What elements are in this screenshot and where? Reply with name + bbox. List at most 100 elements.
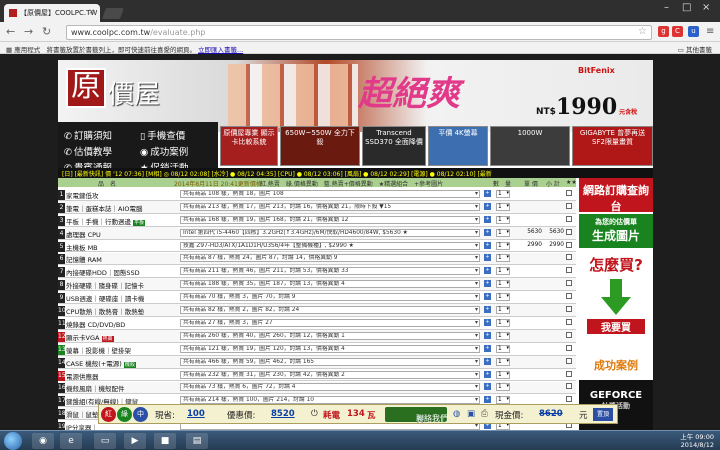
row-checkbox[interactable] — [566, 396, 572, 403]
add-item-icon[interactable]: + — [484, 318, 491, 326]
row-checkbox[interactable] — [566, 241, 572, 248]
extension-icon[interactable]: g — [658, 26, 669, 37]
explorer-taskbar-icon[interactable]: ▭ — [94, 433, 116, 449]
row-checkbox[interactable] — [566, 344, 572, 351]
row-checkbox[interactable] — [566, 318, 572, 325]
apps-label[interactable]: 應用程式 — [14, 46, 40, 54]
row-checkbox[interactable] — [566, 202, 572, 209]
row-checkbox[interactable] — [566, 228, 572, 235]
close-window-icon[interactable]: × — [702, 2, 710, 13]
product-select[interactable]: 共有商品 87 樣，熱賣 24，圖片 87，討論 14，價格異動 9 — [180, 254, 480, 263]
how-to-buy-banner[interactable]: 怎麼買? 我要買 — [579, 250, 653, 348]
close-tab-icon[interactable]: × — [88, 7, 95, 16]
row-checkbox[interactable] — [566, 280, 572, 287]
maximize-icon[interactable]: □ — [682, 2, 691, 13]
quantity-select[interactable]: 1 — [496, 241, 510, 250]
gen-image-button[interactable]: 為您的估價單 生成圖片 — [579, 214, 653, 248]
save-disk-icon[interactable]: ▣ — [467, 409, 475, 419]
add-item-icon[interactable]: + — [484, 357, 491, 365]
nav-tutorial[interactable]: ✆ 估價教學 — [64, 144, 112, 158]
category-link[interactable]: USB週邊｜硬碟座｜讀卡機 — [66, 293, 176, 303]
reload-icon[interactable]: ↻ — [42, 25, 51, 38]
ad-banner[interactable]: 650W~550W 全力下殺 — [280, 126, 360, 166]
add-item-icon[interactable]: + — [484, 241, 491, 249]
category-link[interactable]: 平板｜手機｜行動週邊 平板 — [66, 216, 176, 226]
back-icon[interactable]: ← — [6, 25, 15, 38]
product-select[interactable]: 共有商品 188 樣，熱賣 35，圖片 187，討論 13，價格異動 4 — [180, 280, 480, 289]
row-checkbox[interactable] — [566, 215, 572, 222]
add-item-icon[interactable]: + — [484, 344, 491, 352]
ad-banner[interactable]: GIGABYTE 曾夢再送 SF2限量畫質 — [572, 126, 653, 166]
add-item-icon[interactable]: + — [484, 370, 491, 378]
ad-banner[interactable]: 平價 4K螢幕 — [428, 126, 488, 166]
contact-us-button[interactable]: 🛒 聯絡我們 — [385, 407, 448, 423]
online-order-button[interactable]: 網路訂購查詢台 — [579, 178, 653, 213]
ad-banner[interactable]: 1000W — [490, 126, 570, 166]
forward-icon[interactable]: → — [24, 25, 33, 38]
quantity-select[interactable]: 1 — [496, 306, 510, 315]
news-ticker[interactable]: [日] [最新快訊] 價 '12 07:36] [M相] ◎ 08/12 02:… — [58, 168, 653, 178]
add-item-icon[interactable]: + — [484, 331, 491, 339]
browser-tab[interactable]: 【原價屋】COOLPC.TW × — [4, 4, 100, 22]
product-select[interactable]: 共有商品 260 樣，熱賣 40，圖片 260，討論 12，價格異動 1 — [180, 331, 480, 340]
row-checkbox[interactable] — [566, 267, 572, 274]
success-cases-link[interactable]: 成功案例 — [579, 352, 653, 376]
product-select[interactable]: 共有商品 82 樣，熱賣 2，圖片 82，討論 24 — [180, 306, 480, 315]
start-button-icon[interactable] — [4, 432, 22, 450]
quantity-select[interactable]: 1 — [496, 189, 510, 198]
quantity-select[interactable]: 1 — [496, 318, 510, 327]
back-to-top-button[interactable]: 置頂 — [593, 408, 613, 421]
product-select[interactable]: 共有商品 70 樣，熱賣 3，圖片 70，討論 9 — [180, 293, 480, 302]
category-link[interactable]: CPU散熱｜散熱膏｜散熱墊 — [66, 306, 176, 316]
category-link[interactable]: 顯示卡VGA 熱賣 — [66, 332, 176, 342]
other-bookmarks[interactable]: ▭ 其他書籤 — [678, 44, 712, 54]
app-taskbar-icon[interactable]: ■ — [154, 433, 176, 449]
category-link[interactable]: CASE 機殼(+電源) 機殼 — [66, 358, 176, 368]
globe-icon[interactable]: ◍ — [453, 409, 460, 419]
product-select[interactable]: 共有商品 27 樣，熱賣 3，圖片 27 — [180, 318, 480, 327]
chrome-taskbar-icon[interactable]: ◉ — [32, 433, 54, 449]
apps-icon[interactable]: ▦ — [6, 46, 12, 54]
site-logo[interactable]: 原 — [66, 68, 106, 108]
quantity-select[interactable]: 1 — [496, 370, 510, 379]
row-checkbox[interactable] — [566, 254, 572, 261]
add-item-icon[interactable]: + — [484, 254, 491, 262]
category-link[interactable]: 機殼風扇｜機殼配件 — [66, 383, 176, 393]
quantity-select[interactable]: 1 — [496, 228, 510, 237]
row-checkbox[interactable] — [566, 331, 572, 338]
document-taskbar-icon[interactable]: ▤ — [186, 433, 208, 449]
product-select[interactable]: 共有商品 73 樣，熱賣 6，圖片 72，討論 4 — [180, 383, 480, 392]
system-clock[interactable]: 上午 09:00 2014/8/12 — [680, 433, 714, 449]
row-checkbox[interactable] — [566, 306, 572, 313]
quantity-select[interactable]: 1 — [496, 280, 510, 289]
product-select[interactable]: 共有商品 211 樣，熱賣 46，圖片 211，討論 53，價格異動 33 — [180, 267, 480, 276]
quantity-select[interactable]: 1 — [496, 254, 510, 263]
quantity-select[interactable]: 1 — [496, 215, 510, 224]
ie-taskbar-icon[interactable]: e — [60, 433, 82, 449]
chrome-menu-icon[interactable]: ≡ — [706, 26, 714, 37]
quantity-select[interactable]: 1 — [496, 344, 510, 353]
category-link[interactable]: 家電鍵低攻 — [66, 190, 176, 200]
quantity-select[interactable]: 1 — [496, 383, 510, 392]
add-item-icon[interactable]: + — [484, 306, 491, 314]
quantity-select[interactable]: 1 — [496, 293, 510, 302]
row-checkbox[interactable] — [566, 189, 572, 196]
product-select[interactable]: 共有商品 232 樣，熱賣 31，圖片 230，討論 42，價格異動 2 — [180, 370, 480, 379]
category-link[interactable]: 處理器 CPU — [66, 229, 176, 239]
quantity-select[interactable]: 1 — [496, 357, 510, 366]
product-select[interactable]: Intel 第四代 i5-4460【四核】3.2GHz(↑3.4GHz)/6M/… — [180, 228, 480, 237]
address-bar[interactable]: www.coolpc.com.tw/evaluate.php ☆ — [66, 25, 652, 40]
add-item-icon[interactable]: + — [484, 228, 491, 236]
quantity-select[interactable]: 1 — [496, 267, 510, 276]
new-tab-button[interactable] — [101, 8, 125, 19]
media-taskbar-icon[interactable]: ▶ — [124, 433, 146, 449]
nav-cases[interactable]: ◉ 成功案例 — [140, 144, 188, 158]
add-item-icon[interactable]: + — [484, 293, 491, 301]
bookmark-star-icon[interactable]: ☆ — [638, 26, 647, 37]
category-link[interactable]: 燒錄器 CD/DVD/BD — [66, 319, 176, 329]
category-link[interactable]: 外接硬碟｜隨身碟｜記憶卡 — [66, 280, 176, 290]
add-item-icon[interactable]: + — [484, 396, 491, 404]
add-item-icon[interactable]: + — [484, 202, 491, 210]
add-item-icon[interactable]: + — [484, 189, 491, 197]
add-item-icon[interactable]: + — [484, 280, 491, 288]
